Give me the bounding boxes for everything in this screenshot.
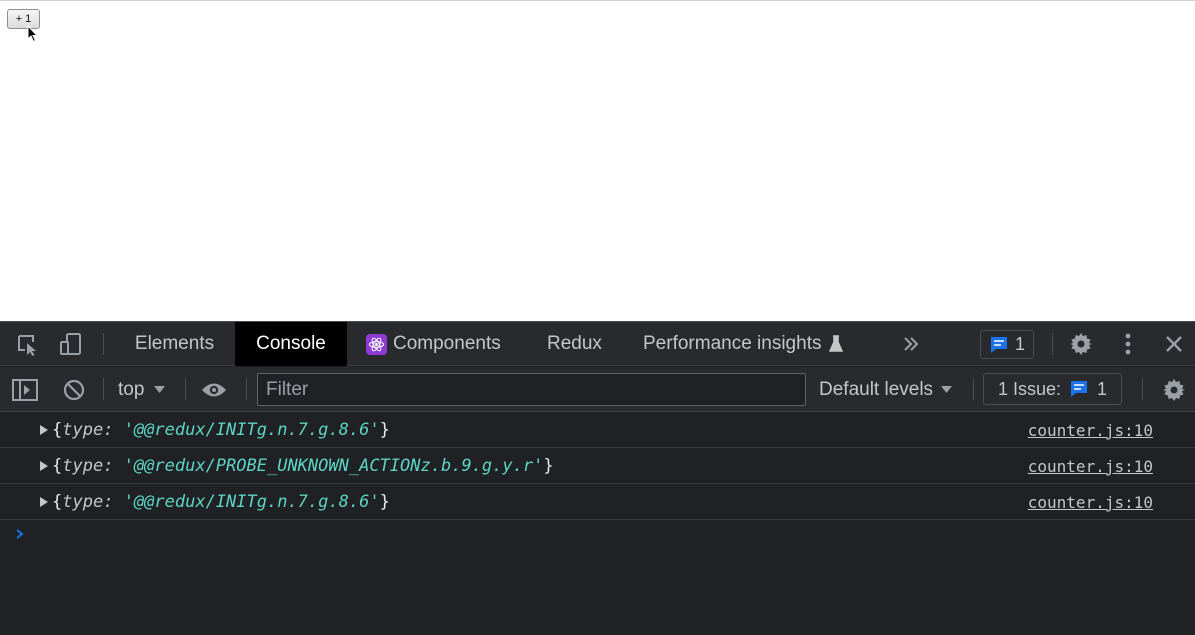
device-toolbar-icon[interactable] <box>58 331 84 357</box>
toolbar-divider <box>1142 378 1143 400</box>
key-colon: : <box>103 456 124 476</box>
dropdown-caret-icon <box>941 385 953 393</box>
source-link[interactable]: counter.js:10 <box>1028 448 1153 484</box>
expand-triangle-icon[interactable] <box>40 497 48 507</box>
page-viewport: + 1 <box>0 0 1195 321</box>
key-colon: : <box>103 492 124 512</box>
object-value: '@@redux/INITg.n.7.g.8.6' <box>123 420 380 440</box>
console-log-row: { type : '@@redux/PROBE_UNKNOWN_ACTIONz.… <box>0 448 1195 484</box>
issues-label: 1 Issue: <box>998 378 1062 399</box>
log-object[interactable]: { type : '@@redux/INITg.n.7.g.8.6' } <box>40 412 390 448</box>
react-atom-icon <box>366 333 387 355</box>
console-toolbar: top Default levels 1 Issue: 1 <box>0 367 1195 412</box>
issues-count: 1 <box>1015 334 1026 354</box>
more-options-kebab-icon[interactable] <box>1115 331 1141 357</box>
object-key: type <box>62 456 104 476</box>
toolbar-divider <box>246 378 247 400</box>
settings-gear-icon[interactable] <box>1068 331 1094 357</box>
show-sidebar-icon[interactable] <box>12 377 38 403</box>
brace-close: } <box>379 420 390 440</box>
tab-elements[interactable]: Elements <box>115 322 234 366</box>
toolbar-divider <box>185 378 186 400</box>
brace-open: { <box>52 420 63 440</box>
issues-count: 1 <box>1097 378 1108 399</box>
tabbar-divider <box>1052 333 1053 355</box>
tab-label: Components <box>393 333 501 354</box>
tab-label: Console <box>256 333 326 354</box>
context-selector[interactable]: top <box>118 367 166 412</box>
close-devtools-icon[interactable] <box>1161 331 1187 357</box>
live-expression-eye-icon[interactable] <box>201 377 227 403</box>
object-key: type <box>62 420 104 440</box>
object-key: type <box>62 492 104 512</box>
mouse-cursor-icon <box>27 25 39 43</box>
expand-triangle-icon[interactable] <box>40 425 48 435</box>
object-value: '@@redux/PROBE_UNKNOWN_ACTIONz.b.9.g.y.r… <box>123 456 544 476</box>
dropdown-caret-icon <box>154 385 166 393</box>
log-object[interactable]: { type : '@@redux/INITg.n.7.g.8.6' } <box>40 484 390 520</box>
issues-button[interactable]: 1 Issue: 1 <box>983 373 1123 405</box>
toolbar-divider <box>973 378 974 400</box>
tab-label: Redux <box>547 333 602 354</box>
log-object[interactable]: { type : '@@redux/PROBE_UNKNOWN_ACTIONz.… <box>40 448 554 484</box>
devtools-tabbar: Elements Console Components Redux Perfor… <box>0 322 1195 366</box>
brace-open: { <box>52 456 63 476</box>
console-prompt-chevron-icon[interactable] <box>14 528 26 540</box>
source-link[interactable]: counter.js:10 <box>1028 412 1153 448</box>
issues-counter-button[interactable]: 1 <box>980 330 1035 359</box>
expand-triangle-icon[interactable] <box>40 461 48 471</box>
console-log-row: { type : '@@redux/INITg.n.7.g.8.6' } cou… <box>0 412 1195 448</box>
brace-open: { <box>52 492 63 512</box>
object-value: '@@redux/INITg.n.7.g.8.6' <box>123 492 380 512</box>
tabbar-divider <box>103 333 104 355</box>
tab-console[interactable]: Console <box>235 322 347 366</box>
brace-close: } <box>379 492 390 512</box>
message-icon <box>991 336 1007 353</box>
tab-redux[interactable]: Redux <box>547 322 617 366</box>
inspect-element-icon[interactable] <box>14 331 40 357</box>
source-link[interactable]: counter.js:10 <box>1028 484 1153 520</box>
console-settings-gear-icon[interactable] <box>1161 377 1187 403</box>
brace-close: } <box>543 456 554 476</box>
console-log-row: { type : '@@redux/INITg.n.7.g.8.6' } cou… <box>0 484 1195 520</box>
experiment-flask-icon <box>829 335 844 352</box>
more-tabs-chevron-icon[interactable] <box>898 331 924 357</box>
devtools-panel: Elements Console Components Redux Perfor… <box>0 321 1195 635</box>
toolbar-divider <box>103 378 104 400</box>
tab-components[interactable]: Components <box>366 322 526 366</box>
tab-label: Elements <box>134 333 215 354</box>
key-colon: : <box>103 420 124 440</box>
message-icon <box>1071 381 1088 397</box>
tab-label: Performance insights <box>643 333 822 354</box>
console-output: { type : '@@redux/INITg.n.7.g.8.6' } cou… <box>0 412 1195 635</box>
context-label: top <box>118 378 145 400</box>
log-levels-dropdown[interactable]: Default levels <box>819 367 953 412</box>
tab-performance-insights[interactable]: Performance insights <box>643 322 863 366</box>
console-filter-input[interactable] <box>257 373 806 406</box>
log-levels-label: Default levels <box>819 378 934 400</box>
clear-console-icon[interactable] <box>61 377 87 403</box>
